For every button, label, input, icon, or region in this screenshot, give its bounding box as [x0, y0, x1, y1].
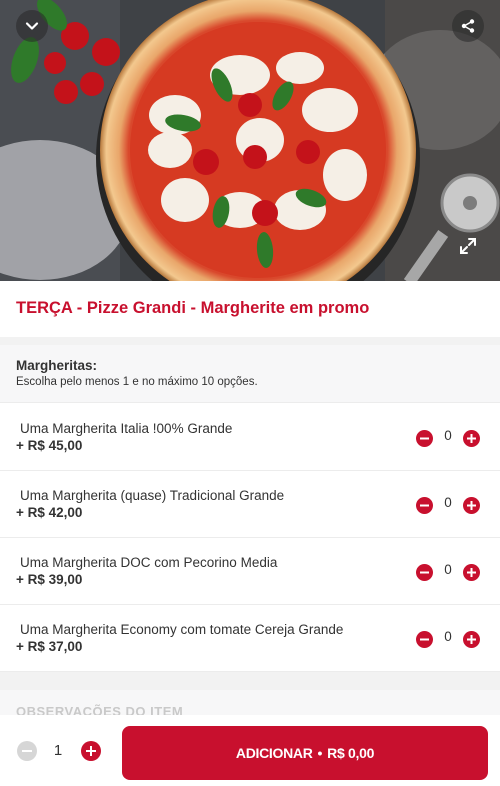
share-button[interactable]: [452, 10, 484, 42]
decrease-button[interactable]: [416, 564, 433, 581]
option-row: Uma Margherita Italia !00% Grande + R$ 4…: [0, 404, 500, 471]
item-title: TERÇA - Pizze Grandi - Margherite em pro…: [16, 299, 370, 317]
decrease-button[interactable]: [416, 631, 433, 648]
plus-icon: [86, 746, 96, 756]
option-group-rule: Escolha pelo menos 1 e no máximo 10 opçõ…: [16, 376, 258, 388]
option-quantity: 0: [444, 562, 452, 577]
quantity-stepper: 0: [416, 562, 480, 582]
option-price: + R$ 45,00: [16, 438, 83, 453]
add-button-separator: •: [317, 745, 323, 761]
option-row: Uma Margherita (quase) Tradicional Grand…: [0, 471, 500, 538]
divider: [0, 672, 500, 690]
expand-icon: [460, 238, 476, 254]
increase-button[interactable]: [463, 564, 480, 581]
minus-icon: [22, 750, 32, 752]
option-group-header: Margheritas: Escolha pelo menos 1 e no m…: [0, 345, 500, 403]
decrease-button[interactable]: [416, 497, 433, 514]
add-button-total: R$ 0,00: [327, 745, 375, 761]
option-price: + R$ 37,00: [16, 639, 83, 654]
chevron-down-icon: [25, 22, 39, 30]
plus-icon: [467, 434, 476, 443]
increase-button[interactable]: [463, 430, 480, 447]
option-quantity: 0: [444, 629, 452, 644]
option-name: Uma Margherita (quase) Tradicional Grand…: [20, 488, 285, 503]
plus-icon: [467, 568, 476, 577]
minus-icon: [420, 638, 429, 641]
plus-icon: [467, 635, 476, 644]
option-name: Uma Margherita DOC com Pecorino Media: [20, 555, 278, 570]
quantity-stepper: 0: [416, 629, 480, 649]
quantity-stepper: 0: [416, 428, 480, 448]
increase-quantity-button[interactable]: [81, 741, 101, 761]
option-row: Uma Margherita DOC com Pecorino Media + …: [0, 538, 500, 605]
plus-icon: [467, 501, 476, 510]
share-icon: [461, 19, 475, 33]
option-price: + R$ 39,00: [16, 572, 83, 587]
item-quantity: 1: [53, 742, 63, 759]
option-quantity: 0: [444, 495, 452, 510]
option-quantity: 0: [444, 428, 452, 443]
option-name: Uma Margherita Economy com tomate Cereja…: [20, 622, 344, 637]
minus-icon: [420, 571, 429, 574]
add-to-cart-button[interactable]: ADICIONAR • R$ 0,00: [122, 726, 488, 780]
decrease-button[interactable]: [416, 430, 433, 447]
option-group-title: Margheritas:: [16, 358, 98, 373]
minus-icon: [420, 504, 429, 507]
option-row: Uma Margherita Economy com tomate Cereja…: [0, 605, 500, 672]
increase-button[interactable]: [463, 497, 480, 514]
item-header: TERÇA - Pizze Grandi - Margherite em pro…: [0, 281, 500, 337]
add-button-label: ADICIONAR: [235, 745, 313, 761]
minus-icon: [420, 437, 429, 440]
divider: [0, 337, 500, 345]
option-price: + R$ 42,00: [16, 505, 83, 520]
pizza-illustration: [0, 0, 500, 281]
item-photo: [0, 0, 500, 281]
expand-photo-button[interactable]: [452, 230, 484, 262]
increase-button[interactable]: [463, 631, 480, 648]
option-name: Uma Margherita Italia !00% Grande: [20, 421, 233, 436]
bottom-bar: 1 ADICIONAR • R$ 0,00: [0, 715, 500, 786]
back-button[interactable]: [16, 10, 48, 42]
decrease-quantity-button[interactable]: [17, 741, 37, 761]
quantity-stepper: 0: [416, 495, 480, 515]
